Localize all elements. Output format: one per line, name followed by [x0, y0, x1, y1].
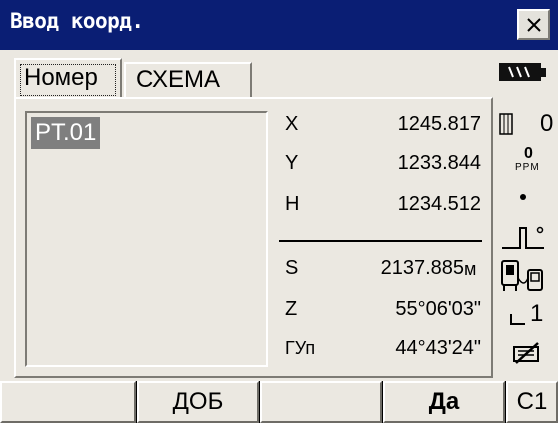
softkey-add[interactable]: ДОБ	[137, 381, 259, 423]
tab-scheme-label: СХЕМА	[136, 66, 220, 93]
page-number: 1	[530, 300, 544, 327]
softkey-3[interactable]	[260, 381, 382, 423]
tilt-level-icon	[502, 226, 544, 249]
ppm-label: PPM	[515, 162, 540, 173]
zenith-angle-value: 55°06'03"	[395, 298, 481, 320]
list-item[interactable]: PT.01	[31, 117, 101, 149]
battery-icon	[499, 63, 541, 81]
horizontal-angle-label: ГУп	[285, 338, 316, 358]
tab-scheme[interactable]: СХЕМА	[124, 62, 252, 98]
close-button[interactable]	[517, 9, 550, 40]
prism-constant-value: 0	[540, 110, 554, 137]
coordinate-input-window: Ввод коорд. Номер СХЕМА PT.01 X 1245.817…	[0, 0, 558, 423]
coord-h-value: 1234.512	[397, 193, 481, 215]
slope-distance-value: 2137.885	[380, 257, 464, 279]
softkey-1[interactable]	[0, 381, 136, 423]
point-listbox[interactable]: PT.01	[25, 111, 268, 367]
page-indicator-icon	[510, 314, 525, 325]
coord-h-label: H	[285, 193, 300, 215]
tab-number-label: Номер	[24, 64, 98, 91]
coord-x-value: 1245.817	[397, 113, 481, 135]
zenith-angle-label: Z	[285, 298, 298, 320]
close-icon	[527, 18, 541, 32]
section-divider	[279, 240, 482, 242]
tab-number[interactable]: Номер	[14, 58, 122, 98]
slope-distance-label: S	[285, 257, 299, 279]
coord-x-label: X	[285, 113, 299, 135]
softkey-yes[interactable]: Да	[383, 381, 505, 423]
input-mode-icon	[513, 342, 539, 364]
slope-distance-unit: м	[464, 259, 477, 279]
window-title: Ввод коорд.	[10, 9, 144, 33]
laser-dot-icon	[520, 194, 526, 200]
instrument-controller-icon	[501, 260, 543, 291]
ppm-value: 0	[524, 145, 533, 162]
battery-tip	[541, 68, 546, 77]
title-bar: Ввод коорд.	[0, 0, 558, 50]
horizontal-angle-value: 44°43'24"	[395, 337, 481, 359]
coord-y-label: Y	[285, 152, 299, 174]
softkey-page[interactable]: С1	[506, 381, 558, 423]
coord-y-value: 1233.844	[397, 152, 481, 174]
prism-icon	[499, 113, 513, 135]
